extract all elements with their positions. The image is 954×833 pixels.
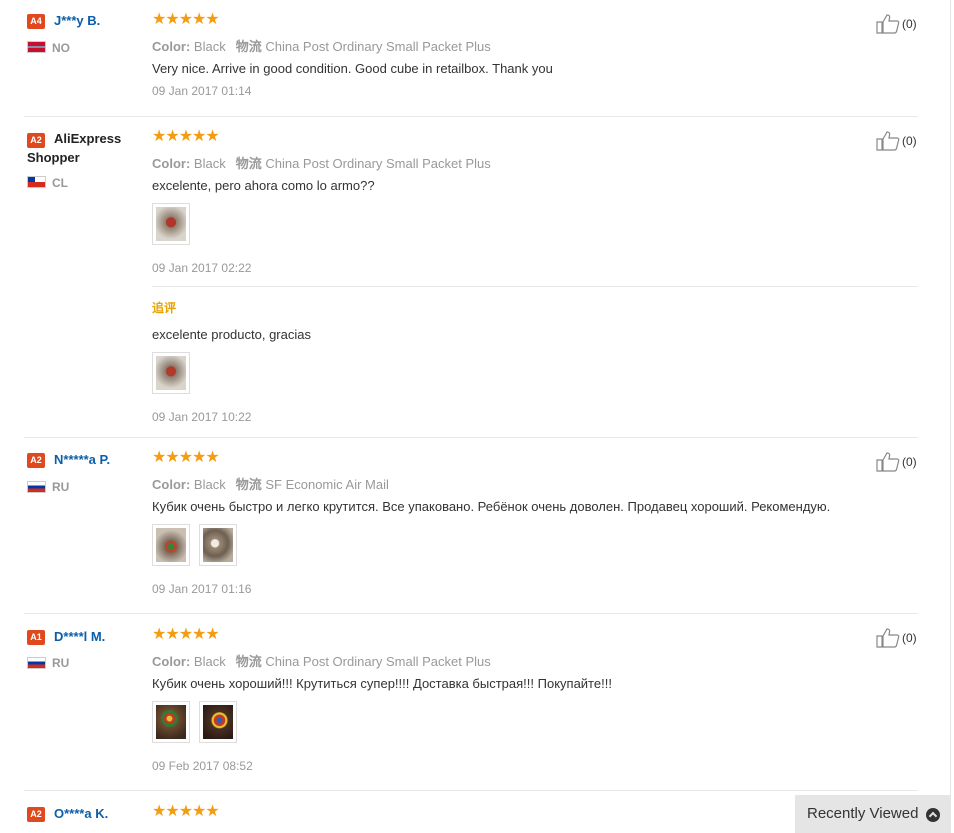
color-value: Black bbox=[193, 156, 226, 171]
followup-label: 追评 bbox=[152, 301, 177, 315]
shipping-value: China Post Ordinary Small Packet Plus bbox=[265, 39, 491, 54]
review-photo[interactable] bbox=[152, 524, 190, 566]
helpful-button[interactable]: (0) bbox=[876, 14, 917, 34]
review-item: A2 N*****a P. RU ★★★★★ Color: Black 物流 SF… bbox=[0, 438, 950, 614]
followup-divider bbox=[152, 286, 918, 287]
flag-icon bbox=[27, 176, 46, 188]
thumbs-up-icon bbox=[876, 131, 900, 151]
order-info: Color: Black 物流 China Post Ordinary Small… bbox=[152, 36, 491, 55]
star-rating: ★★★★★ bbox=[152, 128, 220, 145]
review-text: Very nice. Arrive in good condition. Goo… bbox=[152, 61, 553, 76]
buyer-level-badge: A4 bbox=[27, 14, 45, 29]
helpful-count: (0) bbox=[902, 631, 917, 645]
country-code: RU bbox=[52, 480, 70, 494]
review-photo[interactable] bbox=[152, 203, 190, 245]
color-label: Color: bbox=[152, 477, 191, 492]
buyer-name: AliExpress bbox=[54, 131, 122, 146]
helpful-button[interactable]: (0) bbox=[876, 628, 917, 648]
review-photo[interactable] bbox=[199, 524, 237, 566]
shipping-label: 物流 bbox=[235, 654, 262, 669]
recently-viewed-label: Recently Viewed bbox=[807, 805, 919, 822]
review-item: A2 AliExpress Shopper CL ★★★★★ Color: Bl… bbox=[0, 117, 950, 437]
country-code: NO bbox=[52, 41, 70, 55]
review-date: 09 Jan 2017 02:22 bbox=[152, 261, 252, 275]
country-code: CL bbox=[52, 176, 68, 190]
flag-icon bbox=[27, 41, 46, 53]
review-text: excelente, pero ahora como lo armo?? bbox=[152, 178, 375, 193]
buyer-name-cont: Shopper bbox=[27, 150, 80, 165]
review-text: Кубик очень хороший!!! Крутиться супер!!… bbox=[152, 676, 612, 691]
shipping-label: 物流 bbox=[235, 477, 262, 492]
review-date: 09 Jan 2017 01:16 bbox=[152, 582, 252, 596]
star-rating: ★★★★★ bbox=[152, 449, 220, 466]
review-photo[interactable] bbox=[152, 701, 190, 743]
review-photo[interactable] bbox=[152, 352, 190, 394]
color-label: Color: bbox=[152, 654, 191, 669]
color-label: Color: bbox=[152, 39, 191, 54]
flag-icon bbox=[27, 481, 46, 493]
shipping-value: China Post Ordinary Small Packet Plus bbox=[265, 156, 491, 171]
buyer-name[interactable]: O****a K. bbox=[54, 806, 108, 821]
shipping-label: 物流 bbox=[235, 156, 262, 171]
review-text: Кубик очень быстро и легко крутится. Все… bbox=[152, 499, 831, 514]
review-photo[interactable] bbox=[199, 701, 237, 743]
followup-date: 09 Jan 2017 10:22 bbox=[152, 410, 252, 424]
helpful-count: (0) bbox=[902, 17, 917, 31]
flag-icon bbox=[27, 657, 46, 669]
shipping-label: 物流 bbox=[235, 39, 262, 54]
chevron-up-icon bbox=[926, 808, 940, 822]
review-item: A4 J***y B. NO ★★★★★ Color: Black 物流 Chin… bbox=[0, 0, 950, 116]
color-value: Black bbox=[193, 477, 226, 492]
order-info: Color: Black 物流 China Post Ordinary Small… bbox=[152, 153, 491, 172]
thumbs-up-icon bbox=[876, 452, 900, 472]
thumbs-up-icon bbox=[876, 14, 900, 34]
buyer-name[interactable]: D****l M. bbox=[54, 629, 105, 644]
star-rating: ★★★★★ bbox=[152, 803, 220, 820]
page-right-border bbox=[950, 0, 951, 833]
order-info: Color: Black 物流 China Post Ordinary Small… bbox=[152, 651, 491, 670]
color-value: Black bbox=[193, 39, 226, 54]
star-rating: ★★★★★ bbox=[152, 11, 220, 28]
shipping-value: SF Economic Air Mail bbox=[265, 477, 389, 492]
buyer-level-badge: A1 bbox=[27, 630, 45, 645]
buyer-level-badge: A2 bbox=[27, 453, 45, 468]
shipping-value: China Post Ordinary Small Packet Plus bbox=[265, 654, 491, 669]
buyer-level-badge: A2 bbox=[27, 133, 45, 148]
review-item: A1 D****l M. RU ★★★★★ Color: Black 物流 Chi… bbox=[0, 614, 950, 791]
star-rating: ★★★★★ bbox=[152, 626, 220, 643]
review-date: 09 Jan 2017 01:14 bbox=[152, 84, 252, 98]
followup-text: excelente producto, gracias bbox=[152, 327, 311, 342]
helpful-count: (0) bbox=[902, 134, 917, 148]
buyer-name[interactable]: N*****a P. bbox=[54, 452, 110, 467]
order-info: Color: Black 物流 SF Economic Air Mail bbox=[152, 474, 389, 493]
helpful-count: (0) bbox=[902, 455, 917, 469]
review-date: 09 Feb 2017 08:52 bbox=[152, 759, 253, 773]
buyer-level-badge: A2 bbox=[27, 807, 45, 822]
color-value: Black bbox=[193, 654, 226, 669]
thumbs-up-icon bbox=[876, 628, 900, 648]
helpful-button[interactable]: (0) bbox=[876, 452, 917, 472]
recently-viewed-button[interactable]: Recently Viewed bbox=[795, 795, 951, 833]
country-code: RU bbox=[52, 656, 70, 670]
helpful-button[interactable]: (0) bbox=[876, 131, 917, 151]
color-label: Color: bbox=[152, 156, 191, 171]
buyer-name[interactable]: J***y B. bbox=[54, 13, 100, 28]
